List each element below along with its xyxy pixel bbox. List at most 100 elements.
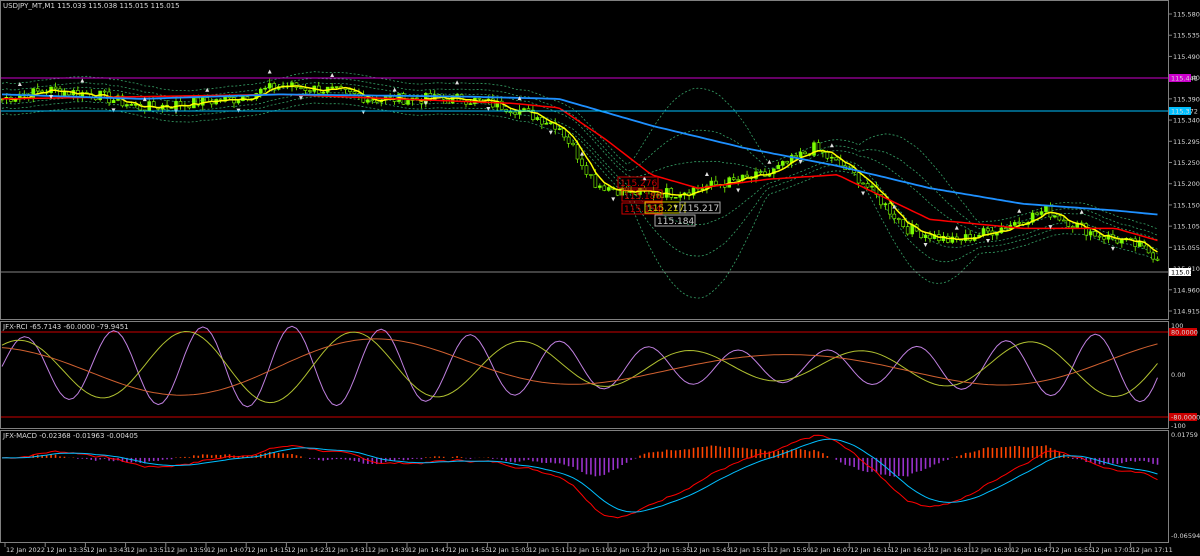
candle-body bbox=[602, 185, 607, 191]
down-arrow-icon bbox=[1110, 246, 1115, 251]
price-tick-label: 115.250 bbox=[1173, 159, 1200, 167]
down-arrow-icon bbox=[736, 188, 741, 193]
price-tick-label: 114.960 bbox=[1173, 286, 1200, 294]
candle-body bbox=[1097, 235, 1102, 238]
candle-body bbox=[205, 97, 210, 103]
candle-body bbox=[598, 185, 602, 188]
candle-body bbox=[200, 97, 205, 106]
candle-body bbox=[366, 99, 370, 103]
candle-body bbox=[370, 99, 375, 102]
up-arrow-icon bbox=[17, 82, 22, 87]
price-tick-label: 115.055 bbox=[1173, 244, 1200, 252]
price-label-text-4: 115.217 bbox=[647, 204, 684, 214]
down-arrow-icon bbox=[111, 108, 116, 113]
time-tick-label: 12 Jan 16:39 bbox=[971, 546, 1012, 554]
price-label-text-5: 115.217 bbox=[682, 204, 719, 214]
candle-body bbox=[673, 196, 678, 199]
candle-body bbox=[1070, 226, 1075, 228]
price-label-5: 115.217 bbox=[679, 201, 721, 214]
candle-body bbox=[129, 104, 134, 106]
candle-body bbox=[745, 174, 749, 178]
candle-body bbox=[548, 122, 553, 124]
up-arrow-icon bbox=[1017, 208, 1022, 213]
band-line-0 bbox=[1, 71, 1158, 230]
macd-panel-frame bbox=[0, 430, 1169, 543]
rci-lines bbox=[1, 325, 1158, 408]
rci-axis-bottom: -100 bbox=[1171, 422, 1186, 430]
rci-panel-frame bbox=[0, 321, 1169, 429]
candle-body bbox=[557, 128, 562, 130]
rci-axis-top: 100 bbox=[1171, 322, 1183, 330]
price-label-text-2: 115.186 bbox=[624, 192, 661, 202]
candle-body bbox=[946, 235, 950, 243]
time-tick-label: 12 Jan 14:15 bbox=[247, 546, 288, 554]
candle-body bbox=[905, 226, 910, 235]
price-tick-label: 115.580 bbox=[1173, 11, 1200, 19]
down-arrow-icon bbox=[923, 243, 928, 248]
down-arrow-icon bbox=[986, 238, 990, 243]
time-tick-label: 12 Jan 15:35 bbox=[649, 546, 690, 554]
candle-body bbox=[896, 218, 901, 220]
price-tick-label: 115.150 bbox=[1173, 201, 1200, 209]
candle-body bbox=[544, 123, 549, 125]
candle-body bbox=[477, 97, 482, 100]
candle-body bbox=[348, 89, 352, 92]
candle-body bbox=[1093, 231, 1097, 237]
candle-body bbox=[1088, 231, 1093, 236]
candle-body bbox=[566, 136, 571, 144]
price-label-2: 115.186 bbox=[621, 189, 663, 202]
candle-body bbox=[736, 179, 740, 181]
candle-body bbox=[258, 88, 263, 94]
time-tick-label: 12 Jan 14:39 bbox=[368, 546, 409, 554]
current-price-label: 115.015 bbox=[1171, 269, 1198, 277]
rci-level-bottom-label: -80.0000 bbox=[1171, 414, 1200, 422]
candle-body bbox=[575, 144, 580, 160]
up-arrow-icon bbox=[80, 78, 85, 83]
up-arrow-icon bbox=[455, 80, 460, 85]
price-tick-label: 115.490 bbox=[1173, 53, 1200, 61]
time-tick-label: 12 Jan 14:47 bbox=[408, 546, 449, 554]
candle-body bbox=[700, 188, 705, 190]
trading-chart[interactable]: USDJPY_MT,M1 115.033 115.038 115.015 115… bbox=[0, 0, 1200, 556]
candle-body bbox=[540, 117, 544, 125]
candle-body bbox=[111, 100, 116, 104]
candle-body bbox=[870, 185, 874, 188]
candle-body bbox=[794, 155, 798, 158]
candle-body bbox=[758, 171, 763, 174]
time-tick-label: 12 Jan 16:15 bbox=[850, 546, 891, 554]
candle-body bbox=[785, 161, 790, 164]
candle-body bbox=[919, 230, 923, 238]
candle-body bbox=[963, 234, 968, 241]
time-tick-label: 12 Jan 13:43 bbox=[86, 546, 127, 554]
candle-body bbox=[589, 174, 593, 176]
candle-body bbox=[928, 234, 932, 239]
candle-body bbox=[1062, 219, 1066, 222]
time-tick-label: 12 Jan 15:19 bbox=[569, 546, 610, 554]
time-axis: 12 Jan 2022 12 Jan 13:35 12 Jan 13:43 12 Ja… bbox=[4, 543, 1173, 554]
up-arrow-icon bbox=[1079, 209, 1084, 214]
candle-body bbox=[1133, 238, 1138, 247]
candle-body bbox=[1137, 241, 1142, 247]
candle-body bbox=[830, 156, 834, 159]
candle-body bbox=[923, 234, 928, 238]
time-tick-label: 12 Jan 17:03 bbox=[1091, 546, 1132, 554]
candle-body bbox=[981, 228, 986, 236]
candle-body bbox=[330, 86, 334, 89]
candle-body bbox=[263, 87, 268, 90]
time-tick-label: 12 Jan 15:27 bbox=[609, 546, 650, 554]
red-ma-line bbox=[1, 93, 1158, 242]
candle-body bbox=[361, 95, 366, 103]
candle-body bbox=[526, 108, 531, 111]
candle-body bbox=[62, 91, 67, 97]
candle-body bbox=[901, 219, 906, 227]
candle-body bbox=[227, 96, 232, 99]
candle-body bbox=[522, 108, 526, 111]
time-tick-label: 12 Jan 15:03 bbox=[488, 546, 529, 554]
candle-body bbox=[803, 151, 807, 155]
candle-body bbox=[468, 103, 473, 105]
down-arrow-icon bbox=[861, 191, 866, 196]
time-tick-label: 12 Jan 17:11 bbox=[1132, 546, 1173, 554]
candle-body bbox=[53, 86, 58, 90]
candle-body bbox=[1120, 239, 1124, 244]
candle-body bbox=[174, 101, 178, 110]
